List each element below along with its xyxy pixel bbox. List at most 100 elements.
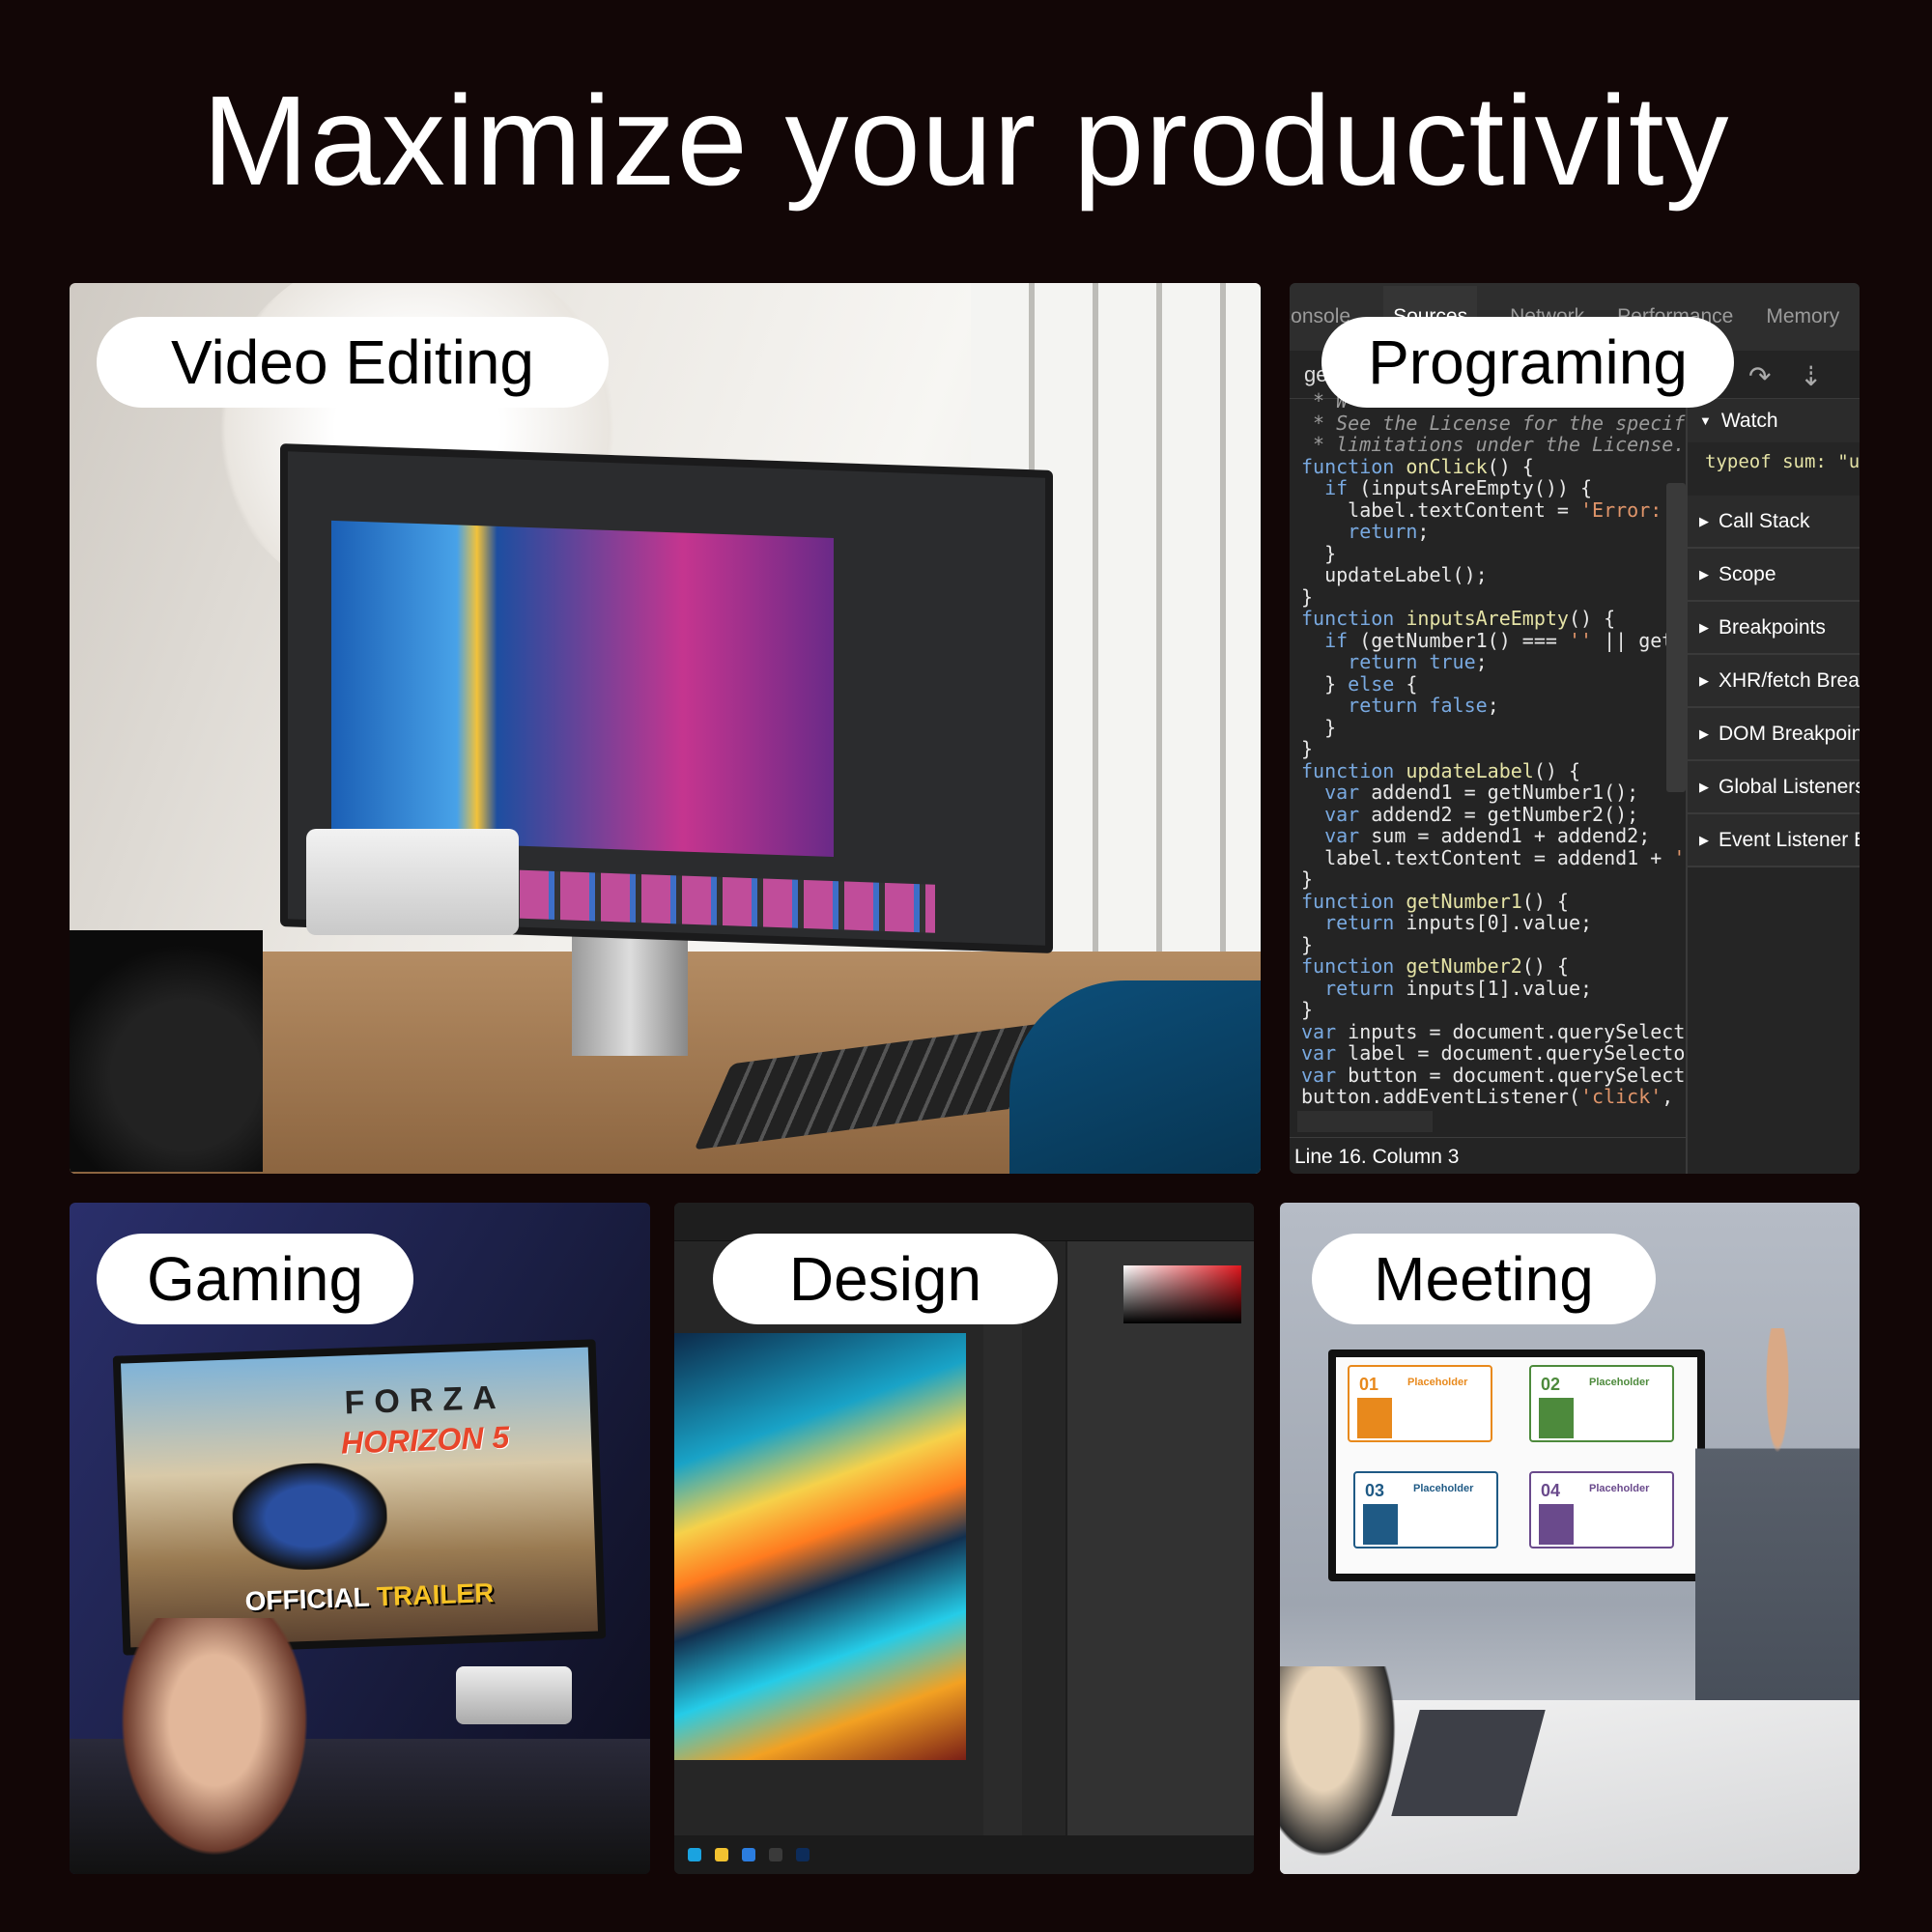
- tab-memory[interactable]: Memory: [1766, 305, 1839, 328]
- sidebar-section-xhr-fetch-breakpoints[interactable]: ▶ XHR/fetch Breakpoints: [1688, 655, 1860, 708]
- code-line: var addend1 = getNumber1();: [1324, 781, 1639, 804]
- code-line: button.addEventListener('click', on: [1301, 1085, 1686, 1108]
- code-line: if (inputsAreEmpty()) {: [1324, 476, 1593, 499]
- camera: [70, 930, 263, 1172]
- mail-icon[interactable]: [742, 1848, 755, 1861]
- code-line: * limitations under the License. *: [1301, 433, 1686, 456]
- game-logo-bottom: HORIZON 5: [340, 1419, 510, 1461]
- tool-strip: [983, 1241, 1022, 1835]
- code-line: }: [1301, 867, 1314, 891]
- card-title: Placeholder: [1407, 1377, 1468, 1388]
- slide: 01 Placeholder 02 Placeholder 03 Placeholder 0…: [1336, 1357, 1697, 1574]
- game-screen: FORZA HORIZON 5 OFFICIAL TRAILER: [121, 1347, 598, 1648]
- sidebar-section-label: Event Listener Breakpoints: [1719, 828, 1860, 851]
- code-line: function getNumber2() {: [1301, 954, 1569, 978]
- debugger-sidebar: typeof sum: "u ▼ Watch ▶ Call Stack ▶ Scope ▶ B…: [1686, 399, 1860, 1174]
- card-icon-box: [1357, 1398, 1392, 1438]
- programming-card: Console Sources Network Performance Memo…: [1290, 283, 1860, 1174]
- browser-icon[interactable]: [688, 1848, 701, 1861]
- code-line: }: [1301, 932, 1314, 956]
- collapsed-triangle-icon: ▶: [1699, 619, 1709, 635]
- code-line: var button = document.querySelector: [1301, 1063, 1686, 1087]
- code-line: var addend2 = getNumber2();: [1324, 802, 1639, 826]
- color-picker[interactable]: [1123, 1265, 1241, 1323]
- code-line: function updateLabel() {: [1301, 758, 1580, 782]
- sidebar-section-watch[interactable]: ▼ Watch: [1688, 399, 1860, 442]
- code-line: var inputs = document.querySelector: [1301, 1019, 1686, 1043]
- step-over-icon[interactable]: ↷: [1748, 360, 1771, 392]
- code-line: }: [1301, 715, 1337, 739]
- cursor-position: Line 16. Column 3: [1290, 1137, 1686, 1174]
- sidebar-section-label: Global Listeners: [1719, 775, 1860, 798]
- code-line: return inputs[1].value;: [1324, 976, 1593, 1000]
- code-line: }: [1301, 584, 1314, 609]
- code-line: }: [1301, 998, 1314, 1021]
- card-number: 03: [1365, 1481, 1385, 1500]
- code-line: function onClick() {: [1301, 454, 1534, 478]
- code-line: function inputsAreEmpty() {: [1301, 607, 1616, 630]
- sidebar-section-label: Watch: [1720, 409, 1778, 432]
- person-arm: [1009, 980, 1261, 1174]
- sidebar-section-global-listeners[interactable]: ▶ Global Listeners: [1688, 761, 1860, 814]
- presentation-screen: 01 Placeholder 02 Placeholder 03 Placeholder 0…: [1328, 1350, 1705, 1581]
- taskbar: [674, 1835, 1254, 1874]
- code-line: var sum = addend1 + addend2;: [1324, 824, 1651, 847]
- mini-pc: [306, 829, 519, 935]
- trailer-word-2: TRAILER: [376, 1577, 495, 1612]
- sidebar-section-call-stack[interactable]: ▶ Call Stack: [1688, 496, 1860, 549]
- card-title: Placeholder: [1589, 1483, 1650, 1494]
- code-line: if (getNumber1() === '' || getN: [1324, 628, 1686, 652]
- headline: Maximize your productivity: [202, 70, 1730, 212]
- card-icon-box: [1363, 1504, 1398, 1545]
- video-editing-card: [70, 283, 1261, 1174]
- trailer-caption: OFFICIAL TRAILER: [244, 1577, 495, 1617]
- code-line: return false;: [1348, 694, 1499, 717]
- code-line: return true;: [1348, 650, 1488, 673]
- code-line: return inputs[0].value;: [1324, 911, 1593, 934]
- code-editor[interactable]: * W * See the License for the specific *…: [1301, 390, 1686, 1124]
- code-line: }: [1301, 737, 1314, 760]
- horizontal-scrollbar[interactable]: [1297, 1111, 1433, 1132]
- watch-expression: typeof sum: "u: [1705, 451, 1860, 472]
- sidebar-section-breakpoints[interactable]: ▶ Breakpoints: [1688, 602, 1860, 655]
- meeting-label: Meeting: [1312, 1234, 1656, 1324]
- monitor-stand: [572, 930, 688, 1056]
- slide-card: 02 Placeholder: [1529, 1365, 1674, 1442]
- folder-icon[interactable]: [715, 1848, 728, 1861]
- edited-photo: [331, 520, 834, 858]
- slide-card: 01 Placeholder: [1348, 1365, 1492, 1442]
- bridge-icon[interactable]: [769, 1848, 782, 1861]
- card-number: 04: [1541, 1481, 1561, 1500]
- code-line: var label = document.querySelector(: [1301, 1041, 1686, 1065]
- mini-pc: [456, 1666, 572, 1724]
- game-logo-top: FORZA: [343, 1378, 507, 1422]
- step-into-icon[interactable]: ⇣: [1800, 360, 1822, 392]
- collapsed-triangle-icon: ▶: [1699, 832, 1709, 847]
- programming-label: Programing: [1321, 317, 1734, 408]
- properties-panel: [1065, 1241, 1254, 1835]
- sidebar-section-label: Scope: [1719, 562, 1776, 585]
- collapsed-triangle-icon: ▶: [1699, 513, 1709, 528]
- card-title: Placeholder: [1413, 1483, 1474, 1494]
- card-number: 01: [1359, 1375, 1379, 1394]
- video-editing-label: Video Editing: [97, 317, 609, 408]
- slide-card: 04 Placeholder: [1529, 1471, 1674, 1548]
- vertical-scrollbar[interactable]: [1666, 483, 1686, 792]
- slide-card: 03 Placeholder: [1353, 1471, 1498, 1548]
- sidebar-section-dom-breakpoints[interactable]: ▶ DOM Breakpoints: [1688, 708, 1860, 761]
- sidebar-section-label: Call Stack: [1719, 509, 1810, 532]
- hands-with-controller: [108, 1618, 321, 1874]
- code-line: label.textContent = addend1 + ' +: [1301, 845, 1686, 869]
- sidebar-section-scope[interactable]: ▶ Scope: [1688, 549, 1860, 602]
- card-icon-box: [1539, 1504, 1574, 1545]
- collapsed-triangle-icon: ▶: [1699, 725, 1709, 741]
- sidebar-section-label: Breakpoints: [1719, 615, 1826, 639]
- design-label: Design: [713, 1234, 1058, 1324]
- code-line: label.textContent = 'Error: c: [1301, 497, 1686, 522]
- photoshop-icon[interactable]: [796, 1848, 810, 1861]
- card-icon-box: [1539, 1398, 1574, 1438]
- code-line: * See the License for the specific: [1301, 411, 1686, 435]
- code-line: function getNumber1() {: [1301, 889, 1569, 913]
- gaming-monitor: FORZA HORIZON 5 OFFICIAL TRAILER: [112, 1339, 607, 1656]
- sidebar-section-event-listener-breakpoints[interactable]: ▶ Event Listener Breakpoints: [1688, 814, 1860, 867]
